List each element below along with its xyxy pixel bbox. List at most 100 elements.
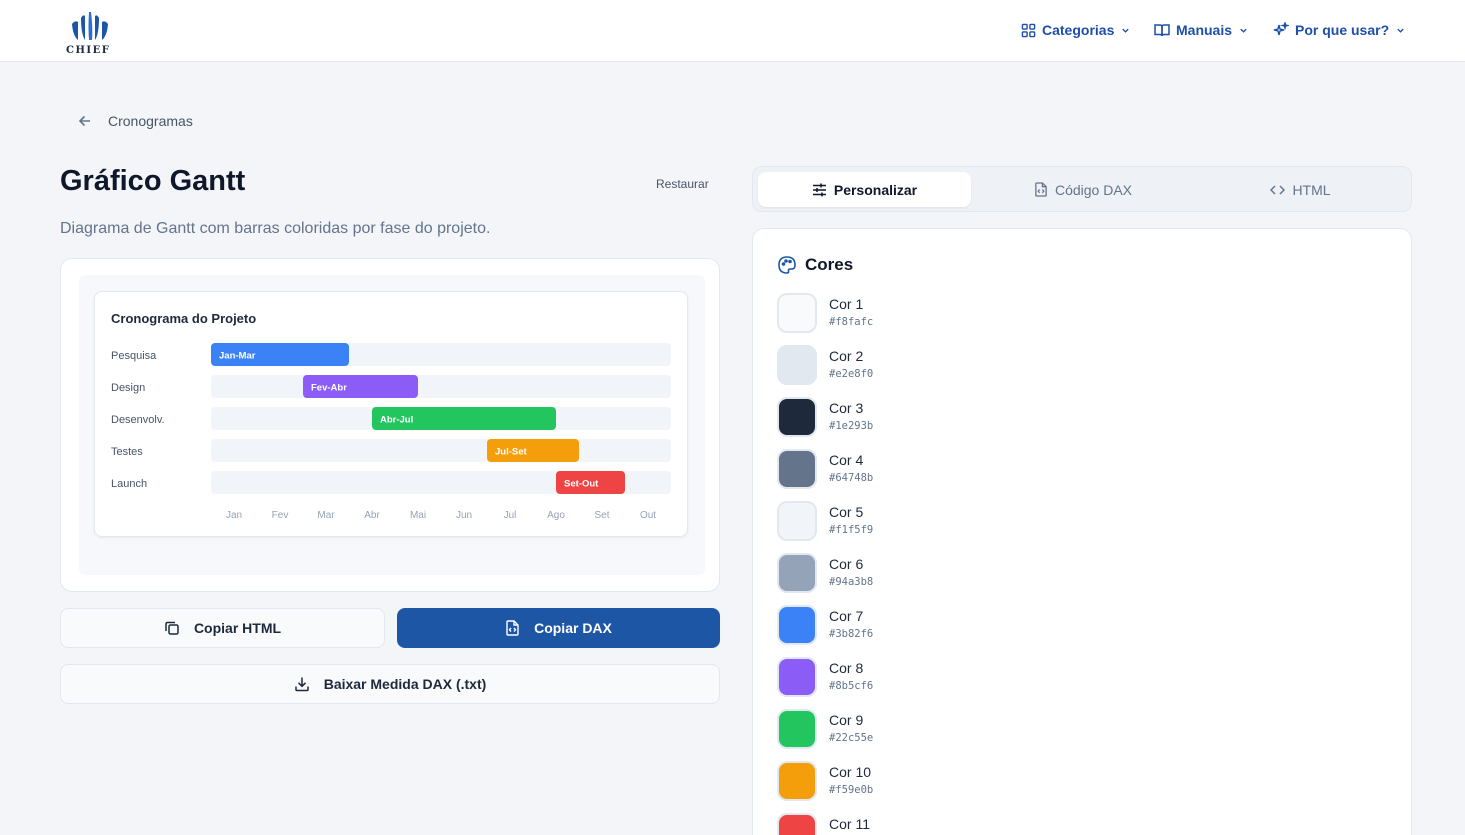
task-bar-label: Set-Out [564, 479, 599, 490]
task-bar-label: Jan-Mar [219, 351, 256, 362]
logo-icon [72, 12, 108, 41]
download-icon [294, 677, 309, 692]
nav-manuais-label: Manuais [1176, 22, 1233, 38]
sparkles-icon [1273, 22, 1289, 36]
page-description: Diagrama de Gantt com barras coloridas p… [60, 220, 491, 237]
task-label: Desenvolv. [111, 414, 165, 426]
color-hex: #3b82f6 [829, 628, 874, 640]
month-tick-label: Ago [547, 510, 565, 521]
download-dax-label: Baixar Medida DAX (.txt) [323, 676, 487, 692]
copy-html-button[interactable]: Copiar HTML [60, 608, 385, 648]
task-track [211, 375, 671, 398]
file-code-icon [506, 620, 519, 636]
copy-dax-button[interactable]: Copiar DAX [397, 608, 720, 648]
color-row: Cor 3 #1e293b [777, 397, 1077, 439]
chart-title: Cronograma do Projeto [111, 311, 257, 326]
tab-html-label: HTML [1292, 181, 1331, 198]
color-hex: #64748b [829, 472, 874, 484]
gantt-chart-card: Pesquisa Jan-Mar Design Fev-Abr Desenvolv. Ab… [94, 291, 688, 537]
color-swatch[interactable] [777, 709, 817, 749]
task-bar-label: Abr-Jul [380, 415, 413, 426]
color-row: Cor 8 #8b5cf6 [777, 657, 1077, 699]
colors-panel-header: Cores [777, 255, 853, 275]
nav-por-que-usar[interactable]: Por que usar? [1273, 18, 1405, 42]
month-tick-label: Fev [272, 510, 289, 521]
month-tick-label: Mai [410, 510, 426, 521]
sliders-icon [812, 183, 826, 196]
preview-canvas: Pesquisa Jan-Mar Design Fev-Abr Desenvolv. Ab… [79, 275, 705, 575]
month-tick-label: Jan [226, 510, 242, 521]
color-name: Cor 1 [829, 296, 864, 312]
color-swatch[interactable] [777, 449, 817, 489]
colors-panel-title: Cores [805, 255, 854, 274]
tab-codigo-dax[interactable]: Código DAX [978, 172, 1188, 207]
color-name: Cor 11 [829, 816, 870, 832]
colors-panel: Cores Cor 1 #f8fafc Cor 2 #e2e8f0 Cor 3 #1e29… [752, 228, 1412, 835]
month-tick-label: Out [640, 510, 656, 521]
task-bar-label: Jul-Set [495, 447, 528, 458]
top-navigation-bar: CHIEF Categorias Manuais Por que usar? [0, 0, 1465, 62]
gantt-chart: Pesquisa Jan-Mar Design Fev-Abr Desenvolv. Ab… [111, 343, 671, 521]
restore-button[interactable]: Restaurar [656, 177, 709, 191]
task-track [211, 439, 671, 462]
color-name: Cor 5 [829, 504, 864, 520]
task-label: Design [111, 382, 145, 394]
color-hex: #f1f5f9 [829, 524, 874, 536]
color-swatch[interactable] [777, 293, 817, 333]
color-name: Cor 4 [829, 452, 864, 468]
logo-text: CHIEF [66, 45, 111, 56]
tab-personalizar[interactable]: Personalizar [758, 172, 971, 207]
preview-card: Pesquisa Jan-Mar Design Fev-Abr Desenvolv. Ab… [60, 258, 720, 592]
month-tick-label: Abr [364, 510, 380, 521]
color-swatch[interactable] [777, 397, 817, 437]
grid-icon [1021, 23, 1036, 37]
color-row: Cor 6 #94a3b8 [777, 553, 1077, 595]
arrow-left-icon[interactable] [76, 112, 94, 130]
nav-categorias-label: Categorias [1042, 22, 1115, 38]
color-swatch[interactable] [777, 345, 817, 385]
color-row: Cor 11#ef4444 [777, 813, 1077, 835]
color-swatch[interactable] [777, 501, 817, 541]
color-hex: #8b5cf6 [829, 680, 874, 692]
editor-tabs: Personalizar Código DAX HTML [752, 166, 1412, 212]
color-swatch[interactable] [777, 761, 817, 801]
file-code-icon [1035, 182, 1047, 197]
color-row: Cor 7 #3b82f6 [777, 605, 1077, 647]
color-row: Cor 5 #f1f5f9 [777, 501, 1077, 543]
color-hex: #f59e0b [829, 784, 874, 796]
color-hex: #1e293b [829, 420, 874, 432]
month-tick-label: Jun [456, 510, 472, 521]
color-hex: #94a3b8 [829, 576, 874, 588]
color-swatch[interactable] [777, 605, 817, 645]
tab-html[interactable]: HTML [1194, 172, 1407, 207]
color-swatch[interactable] [777, 813, 817, 835]
nav-categorias[interactable]: Categorias [1021, 18, 1130, 42]
nav-manuais[interactable]: Manuais [1154, 18, 1248, 42]
color-name: Cor 2 [829, 348, 864, 364]
color-name: Cor 7 [829, 608, 864, 624]
color-name: Cor 8 [829, 660, 864, 676]
download-dax-button[interactable]: Baixar Medida DAX (.txt) [60, 664, 720, 704]
color-name: Cor 6 [829, 556, 864, 572]
task-bar-label: Fev-Abr [311, 383, 347, 394]
task-label: Launch [111, 478, 147, 490]
color-hex: #e2e8f0 [829, 368, 874, 380]
breadcrumb-link[interactable]: Cronogramas [108, 113, 193, 129]
tab-personalizar-label: Personalizar [833, 181, 918, 198]
color-row: Cor 10 #f59e0b [777, 761, 1077, 803]
month-tick-label: Set [594, 510, 609, 521]
copy-html-label: Copiar HTML [193, 620, 282, 636]
task-label: Pesquisa [111, 350, 157, 362]
color-name: Cor 10 [829, 764, 872, 780]
chevron-down-icon [1240, 28, 1247, 33]
color-hex: #f8fafc [829, 316, 874, 328]
chief-logo[interactable]: CHIEF [66, 10, 110, 58]
book-icon [1154, 23, 1170, 36]
color-hex: #22c55e [829, 732, 874, 744]
color-swatch[interactable] [777, 553, 817, 593]
color-row: Cor 2 #e2e8f0 [777, 345, 1077, 387]
code-icon [1270, 184, 1286, 195]
month-tick-label: Mar [317, 510, 335, 521]
color-name: Cor 3 [829, 400, 864, 416]
color-swatch[interactable] [777, 657, 817, 697]
